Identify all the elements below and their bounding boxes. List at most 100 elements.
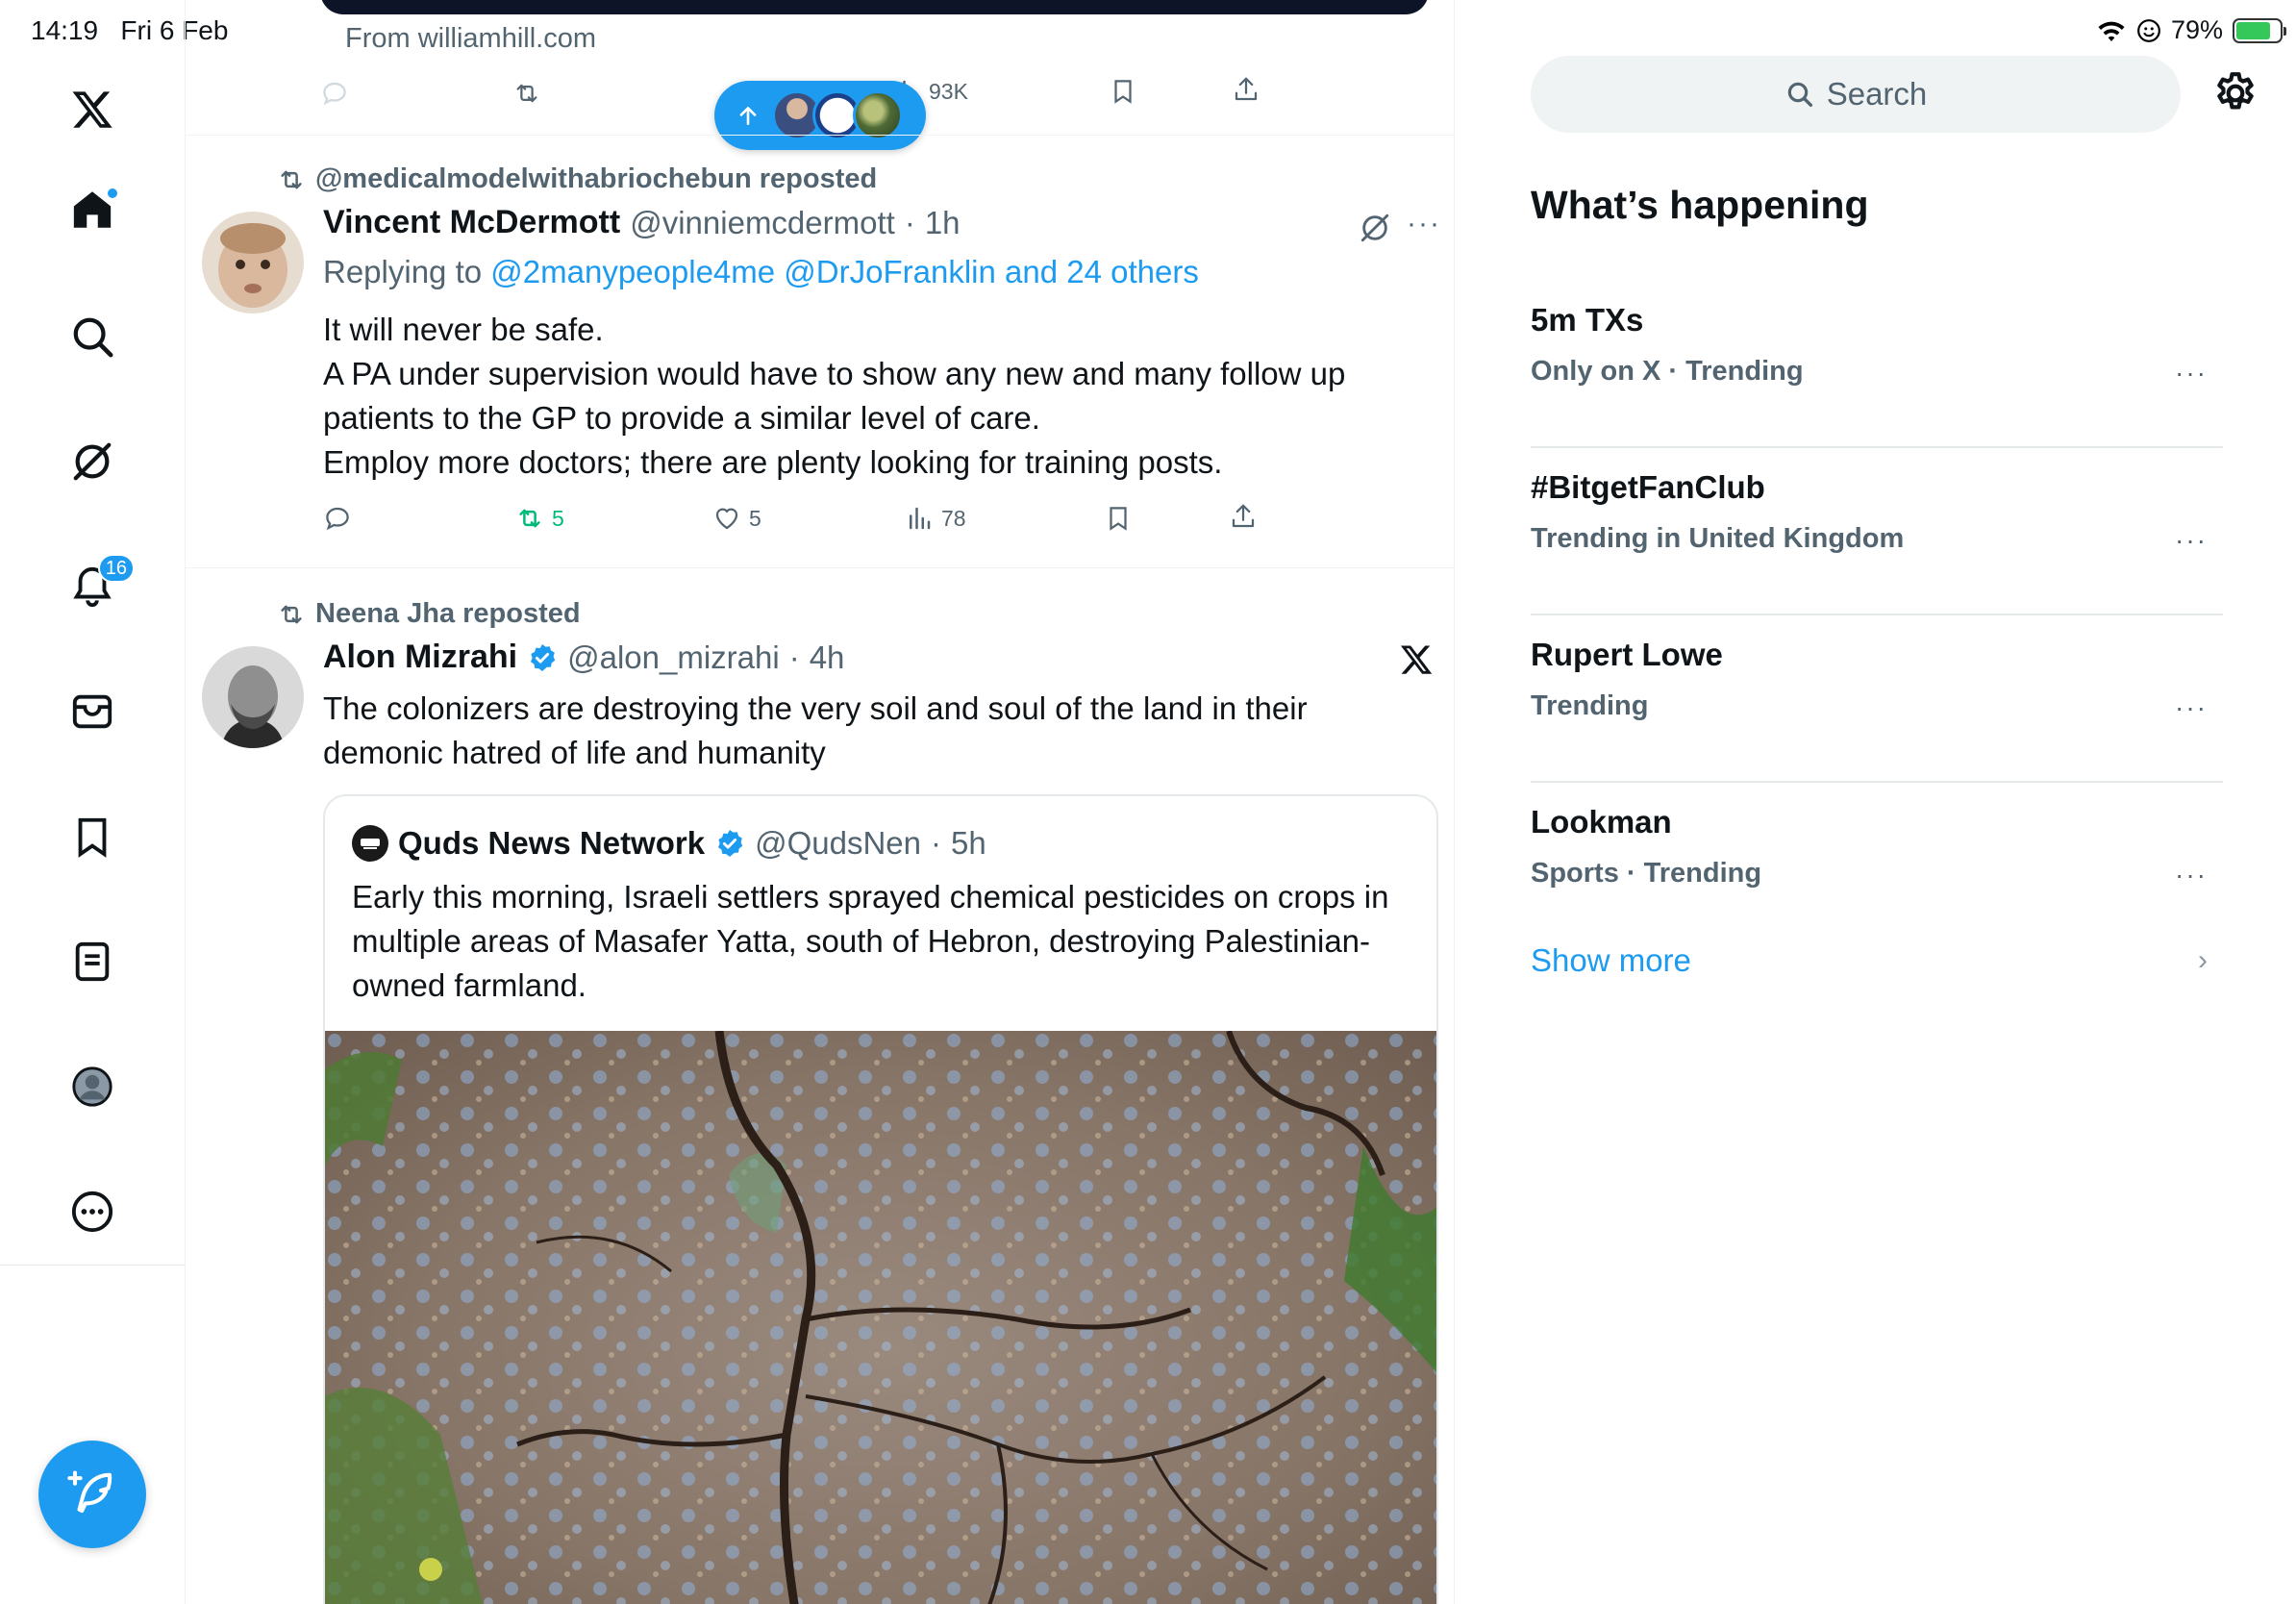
- quoted-post[interactable]: Quds News Network @QudsNen · 5h Early th…: [323, 794, 1438, 1604]
- nav-divider: [0, 1265, 186, 1266]
- views-button[interactable]: 78: [905, 504, 966, 533]
- compose-post-button[interactable]: [38, 1441, 146, 1548]
- new-post-avatar: [853, 90, 903, 140]
- ad-reply-button[interactable]: [320, 79, 349, 108]
- more-icon[interactable]: [62, 1181, 123, 1242]
- replying-to-link[interactable]: @2manypeople4me @DrJoFranklin and 24 oth…: [490, 254, 1199, 289]
- trends-title: What’s happening: [1531, 183, 1869, 227]
- wifi-icon: [2098, 21, 2125, 41]
- trend-item[interactable]: Rupert Lowe Trending ···: [1531, 615, 2223, 783]
- home-icon[interactable]: [62, 179, 123, 240]
- home-unread-dot: [106, 187, 119, 200]
- post-time[interactable]: 4h: [810, 639, 845, 676]
- trend-item[interactable]: Lookman Sports · Trending ···: [1531, 783, 2223, 950]
- x-logo-icon[interactable]: [1399, 642, 1434, 677]
- ad-source[interactable]: From williamhill.com: [345, 23, 596, 55]
- repost-icon: [281, 170, 302, 188]
- author-handle[interactable]: @alon_mizrahi: [567, 639, 780, 676]
- trend-more-icon[interactable]: ···: [2175, 692, 2208, 723]
- verified-badge-icon: [531, 643, 556, 671]
- search-input[interactable]: Search: [1531, 56, 2181, 133]
- author-name[interactable]: Alon Mizrahi: [323, 639, 517, 676]
- post-time[interactable]: 1h: [925, 205, 961, 241]
- post-text: It will never be safe. A PA under superv…: [323, 312, 1346, 480]
- author-name[interactable]: Vincent McDermott: [323, 204, 620, 241]
- quoted-author-handle[interactable]: @QudsNen: [755, 825, 921, 862]
- share-icon: [1235, 77, 1258, 101]
- left-navigation: 16: [0, 0, 186, 1604]
- battery-level: [2236, 21, 2270, 39]
- quoted-post-video[interactable]: [325, 1031, 1438, 1604]
- trend-name: Rupert Lowe: [1531, 637, 1723, 672]
- repost-button[interactable]: 5: [515, 504, 564, 533]
- messages-icon[interactable]: [62, 681, 123, 742]
- quoted-author-name[interactable]: Quds News Network: [398, 825, 705, 862]
- trend-more-icon[interactable]: ···: [2175, 860, 2208, 890]
- reply-icon: [326, 507, 349, 531]
- trend-meta: Only on X · Trending: [1531, 356, 1804, 387]
- post-more-icon[interactable]: ···: [1407, 208, 1441, 240]
- explore-icon[interactable]: [62, 306, 123, 367]
- share-button[interactable]: [1229, 502, 1258, 531]
- lists-icon[interactable]: [62, 931, 123, 992]
- show-more-link[interactable]: Show more: [1531, 942, 1691, 979]
- bookmarks-icon[interactable]: [62, 806, 123, 867]
- quoted-post-text: Early this morning, Israeli settlers spr…: [352, 879, 1389, 1003]
- post-text: The colonizers are destroying the very s…: [323, 690, 1308, 770]
- ad-bookmark-button[interactable]: [1109, 77, 1137, 106]
- bookmark-button[interactable]: [1104, 504, 1133, 533]
- views-icon: [910, 507, 931, 530]
- heart-icon: [715, 508, 738, 530]
- grok-icon[interactable]: [62, 431, 123, 492]
- ad-media[interactable]: [320, 0, 1429, 14]
- quoted-author-avatar[interactable]: [352, 825, 388, 862]
- replying-to: Replying to @2manypeople4me @DrJoFrankli…: [323, 254, 1199, 290]
- trend-more-icon[interactable]: ···: [2175, 358, 2208, 388]
- trend-name: Lookman: [1531, 804, 1672, 840]
- compose-feather-icon: [67, 1470, 112, 1514]
- trend-more-icon[interactable]: ···: [2175, 525, 2208, 556]
- views-count: 78: [941, 505, 966, 531]
- ad-views-count: 93K: [929, 78, 968, 104]
- repost-attribution: Neena Jha reposted: [277, 598, 581, 630]
- reposted-by-text[interactable]: @medicalmodelwithabriochebun reposted: [315, 163, 877, 195]
- verified-badge-icon: [718, 830, 743, 857]
- replying-prefix: Replying to: [323, 254, 483, 289]
- avatar[interactable]: [202, 646, 304, 748]
- trend-meta: Trending: [1531, 690, 1649, 721]
- reposted-by-text[interactable]: Neena Jha reposted: [315, 598, 581, 630]
- notifications-icon[interactable]: 16: [62, 554, 135, 617]
- battery-icon: [2233, 17, 2286, 43]
- repost-icon: [281, 605, 302, 623]
- quoted-post-time: 5h: [951, 825, 986, 861]
- author-handle[interactable]: @vinniemcdermott: [630, 205, 895, 241]
- dot-separator: ·: [931, 825, 941, 861]
- profile-icon[interactable]: [62, 1056, 123, 1117]
- like-button[interactable]: 5: [712, 504, 761, 533]
- trend-meta: Trending in United Kingdom: [1531, 523, 1905, 554]
- smiley-icon: [2137, 18, 2160, 42]
- reply-button[interactable]: [323, 504, 352, 533]
- status-bar-indicators: 79%: [2096, 15, 2286, 45]
- post-header: Vincent McDermott @vinniemcdermott · 1h: [323, 204, 961, 241]
- battery-percent: 79%: [2170, 15, 2223, 44]
- settings-gear-icon[interactable]: [2211, 69, 2259, 117]
- chevron-right-icon[interactable]: ›: [2198, 944, 2208, 977]
- trend-item[interactable]: 5m TXs Only on X · Trending ···: [1531, 281, 2223, 448]
- repost-icon: [516, 84, 537, 103]
- grok-explain-icon[interactable]: [1359, 212, 1391, 244]
- ad-share-button[interactable]: [1232, 75, 1260, 104]
- repost-icon: [519, 509, 540, 528]
- trend-meta: Sports · Trending: [1531, 858, 1762, 889]
- search-icon: [1787, 82, 1812, 108]
- trend-item[interactable]: #BitgetFanClub Trending in United Kingdo…: [1531, 448, 2223, 615]
- x-logo-icon[interactable]: [62, 79, 123, 140]
- trend-name: 5m TXs: [1531, 302, 1644, 338]
- arrow-up-icon: [739, 107, 757, 125]
- trend-name: #BitgetFanClub: [1531, 469, 1765, 505]
- new-posts-pill[interactable]: [714, 81, 926, 150]
- ad-repost-button[interactable]: [512, 79, 541, 108]
- repost-attribution: @medicalmodelwithabriochebun reposted: [277, 163, 877, 195]
- avatar[interactable]: [202, 212, 304, 313]
- post-separator: [186, 135, 1454, 136]
